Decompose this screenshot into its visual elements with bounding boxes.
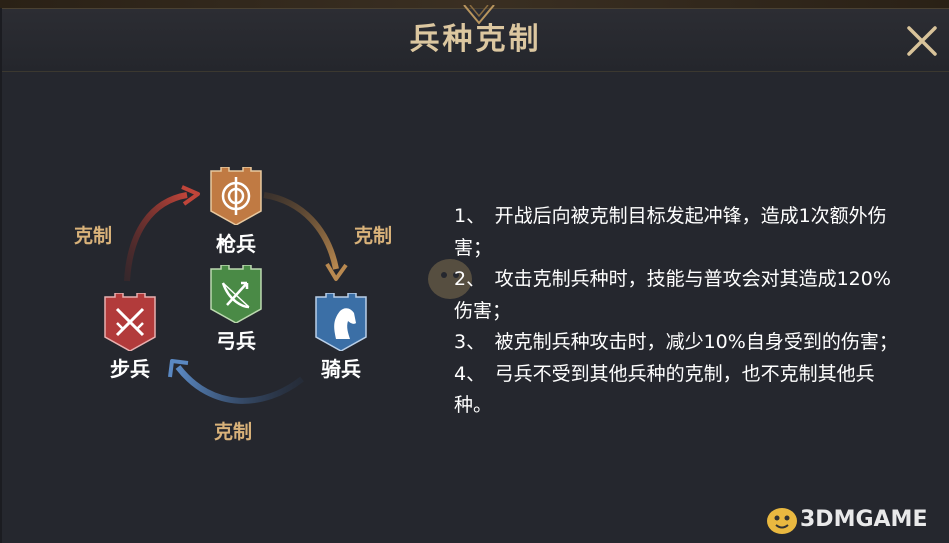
archer-label: 弓兵	[216, 329, 256, 353]
infantry-badge	[104, 293, 156, 351]
counter-label-cavalry-infantry: 克制	[213, 421, 252, 443]
spearman-label: 枪兵	[216, 232, 256, 256]
dialog-title: 兵种克制	[409, 22, 542, 57]
counter-diagram: 枪兵 弓兵 骑兵 步兵 克制 克制 克制	[2, 71, 442, 543]
infantry-label: 步兵	[110, 357, 150, 381]
watermark-text: 3DMGAME	[800, 507, 928, 532]
rules-text: 1、 开战后向被克制目标发起冲锋，造成1次额外伤害； 2、 攻击克制兵种时，技能…	[454, 201, 904, 422]
arrow-infantry-to-spearman	[124, 192, 188, 282]
cavalry-badge	[315, 293, 367, 351]
dialog-header: 兵种克制	[2, 5, 949, 72]
rule-item-3: 3、 被克制兵种攻击时，减少10%自身受到的伤害；	[454, 331, 898, 353]
counter-label-infantry-spear: 克制	[73, 225, 112, 247]
cavalry-label: 骑兵	[321, 357, 361, 381]
arrow-cavalry-to-infantry	[175, 365, 304, 404]
archer-badge	[210, 265, 262, 323]
counter-label-spear-cavalry: 克制	[353, 225, 392, 247]
rule-item-2: 2、 攻击克制兵种时，技能与普攻会对其造成120%伤害；	[454, 268, 891, 322]
spearman-badge	[210, 167, 262, 225]
close-icon[interactable]	[904, 23, 940, 59]
rule-item-1: 1、 开战后向被克制目标发起冲锋，造成1次额外伤害；	[454, 205, 887, 259]
rule-item-4: 4、 弓兵不受到其他兵种的克制，也不克制其他兵种。	[454, 362, 875, 417]
unit-counter-dialog: 兵种克制 枪兵 弓兵 骑兵 步兵 克制 克制 克制 1、 开战后向被克制目标发起…	[2, 5, 949, 543]
mascot-logo-icon	[767, 508, 797, 534]
watermark: 3DMGAME	[764, 501, 944, 541]
